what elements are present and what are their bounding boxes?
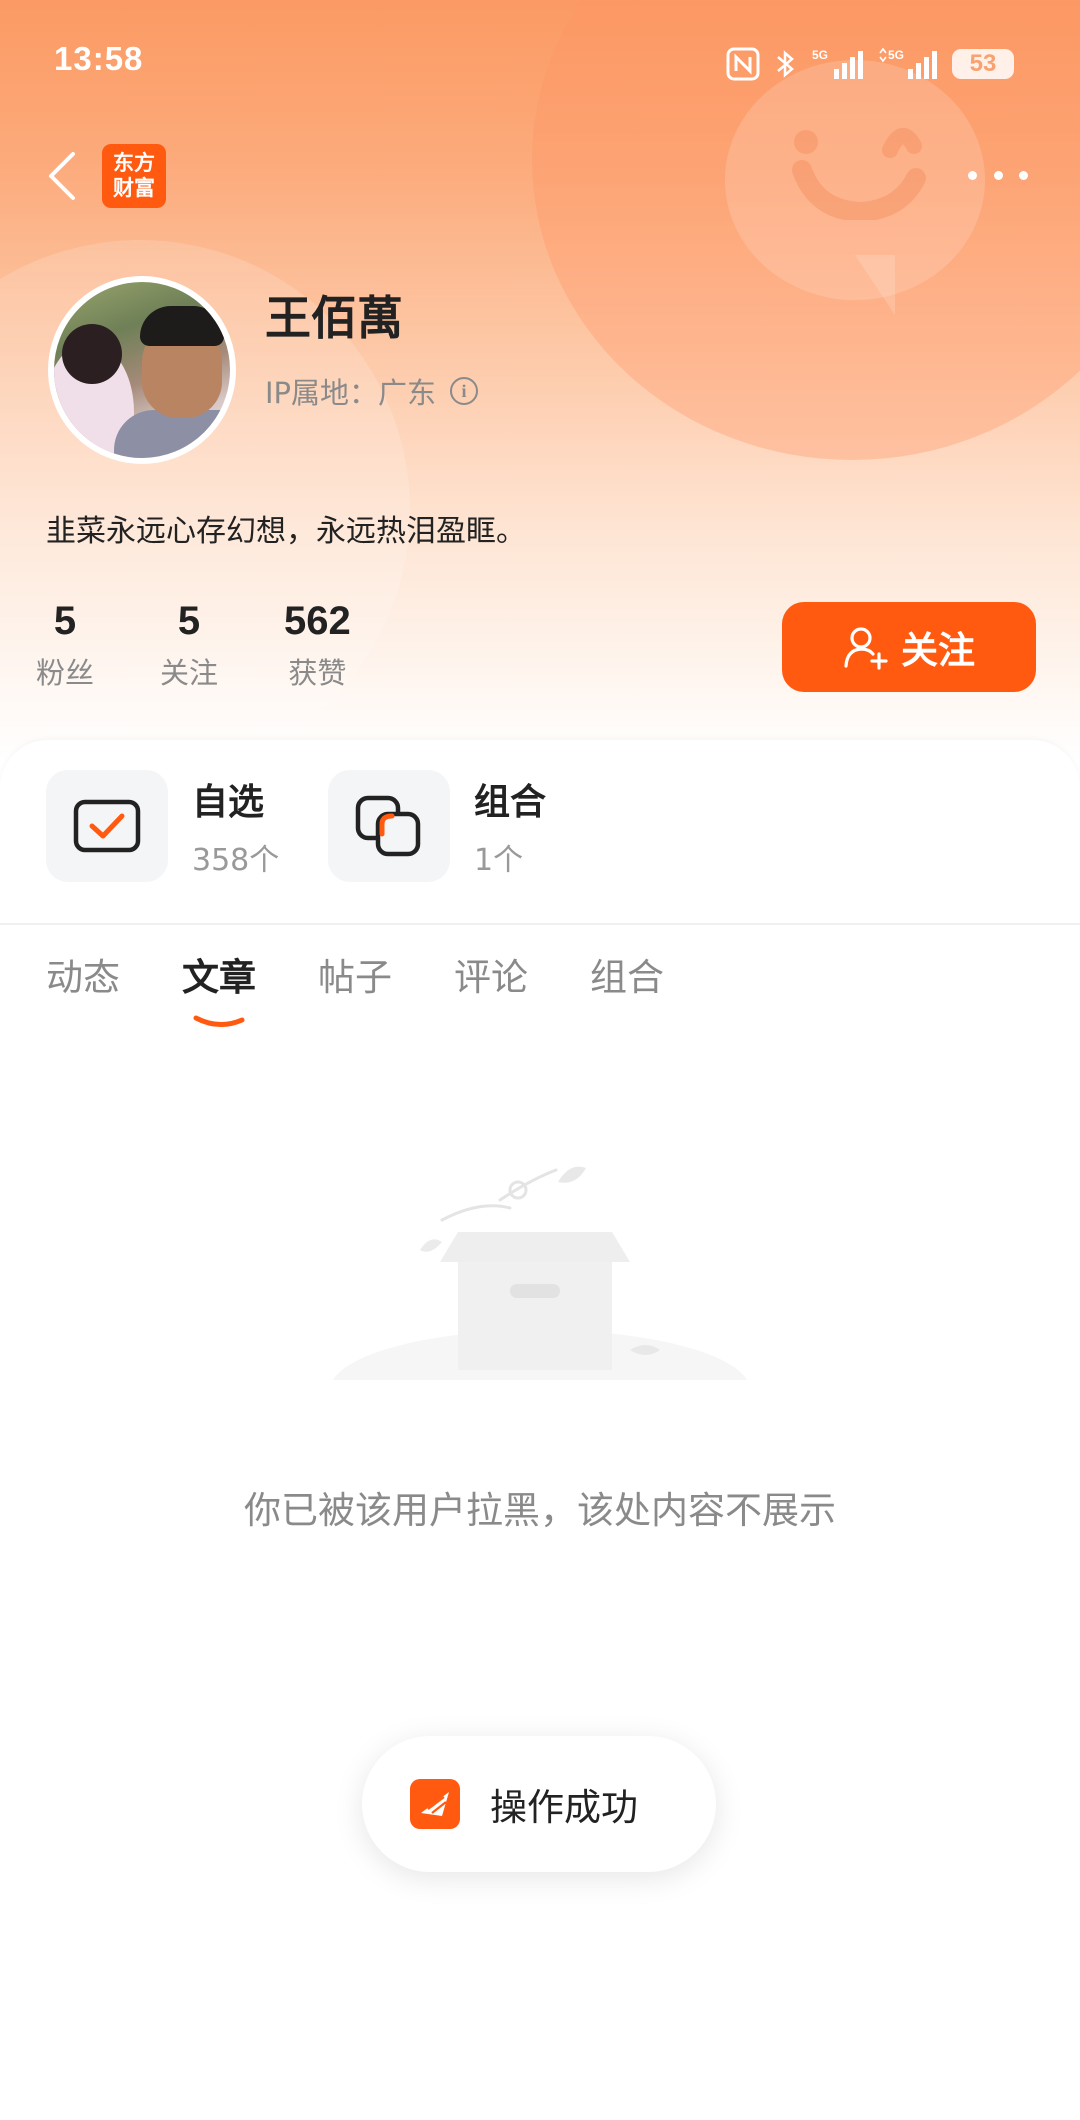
ip-location-text: IP属地：广东 [265,376,437,410]
tab-label: 文章 [182,956,256,999]
more-dot [1019,170,1028,180]
shortcut-title: 组合 [474,782,547,823]
stat-fans[interactable]: 5 粉丝 [36,596,94,692]
nfc-icon [726,47,760,81]
signal-5g-icon: 5G [812,48,863,79]
profile-stats: 5 粉丝 5 关注 562 获赞 [36,596,417,692]
stat-following[interactable]: 5 关注 [160,596,218,692]
svg-text:5G: 5G [812,48,828,62]
watchlist-check-icon [73,799,141,853]
svg-text:5G: 5G [888,48,904,62]
ip-location: IP属地：广东 i [265,370,479,412]
shortcut-title: 自选 [192,782,265,823]
more-dot [968,170,977,180]
stat-value: 562 [284,599,351,643]
content-card: 自选 358个 组合 1个 动态 文章 帖子 评论 组合 [0,740,1080,2120]
stat-label: 关注 [160,656,219,690]
toast-message: 操作成功 [490,1786,638,1829]
app-logo[interactable]: 东方 财富 [102,144,166,208]
app-icon [410,1779,460,1829]
app-logo-text: 东方 [113,151,155,175]
shortcut-icon-box [46,770,168,882]
top-nav: 东方 财富 [0,140,1080,212]
back-button[interactable] [38,146,86,206]
app-logo-text: 财富 [113,176,155,200]
user-bio: 韭菜永远心存幻想，永远热泪盈眶。 [46,514,526,549]
more-options-button[interactable] [968,160,1028,190]
profile-tabs: 动态 文章 帖子 评论 组合 [46,950,726,1027]
info-icon[interactable]: i [450,377,479,405]
status-time: 13:58 [54,40,144,77]
stat-value: 5 [177,599,201,643]
tab-posts[interactable]: 帖子 [318,950,392,1006]
tab-portfolios[interactable]: 组合 [590,950,664,1006]
tab-comments[interactable]: 评论 [454,950,528,1006]
battery-indicator: 53 [952,49,1014,79]
status-bar: 13:58 5G 5G 53 [0,0,1080,130]
bluetooth-icon [777,50,794,78]
shortcut-count: 1个 [474,843,524,878]
eastmoney-logo-icon [421,1792,449,1816]
add-user-icon [844,627,888,670]
divider [0,923,1080,925]
decorative-bubble-tail [855,255,895,315]
active-tab-indicator [193,1015,245,1027]
tab-articles[interactable]: 文章 [182,950,256,1027]
shortcut-icon-box [328,770,450,882]
stat-label: 粉丝 [36,656,95,690]
stat-value: 5 [53,599,77,643]
status-icons: 5G 5G 53 [726,44,1014,84]
signal-5g-icon: 5G [879,47,937,79]
stat-likes[interactable]: 562 获赞 [284,596,351,692]
empty-state-message: 你已被该用户拉黑，该处内容不展示 [244,1489,836,1532]
user-name: 王佰萬 [265,291,403,345]
shortcut-count: 358个 [192,843,280,878]
empty-box-icon [330,1166,750,1420]
tab-dynamics[interactable]: 动态 [46,950,120,1006]
shortcut-portfolio[interactable]: 组合 1个 [328,770,546,882]
more-dot [993,170,1003,180]
avatar[interactable] [48,276,236,464]
shortcut-watchlist[interactable]: 自选 358个 [46,770,279,882]
follow-button-label: 关注 [901,629,975,672]
chevron-left-icon [49,152,75,200]
portfolio-icon [355,795,421,857]
toast: 操作成功 [362,1736,716,1872]
stat-label: 获赞 [288,656,347,690]
follow-button[interactable]: 关注 [782,602,1036,692]
